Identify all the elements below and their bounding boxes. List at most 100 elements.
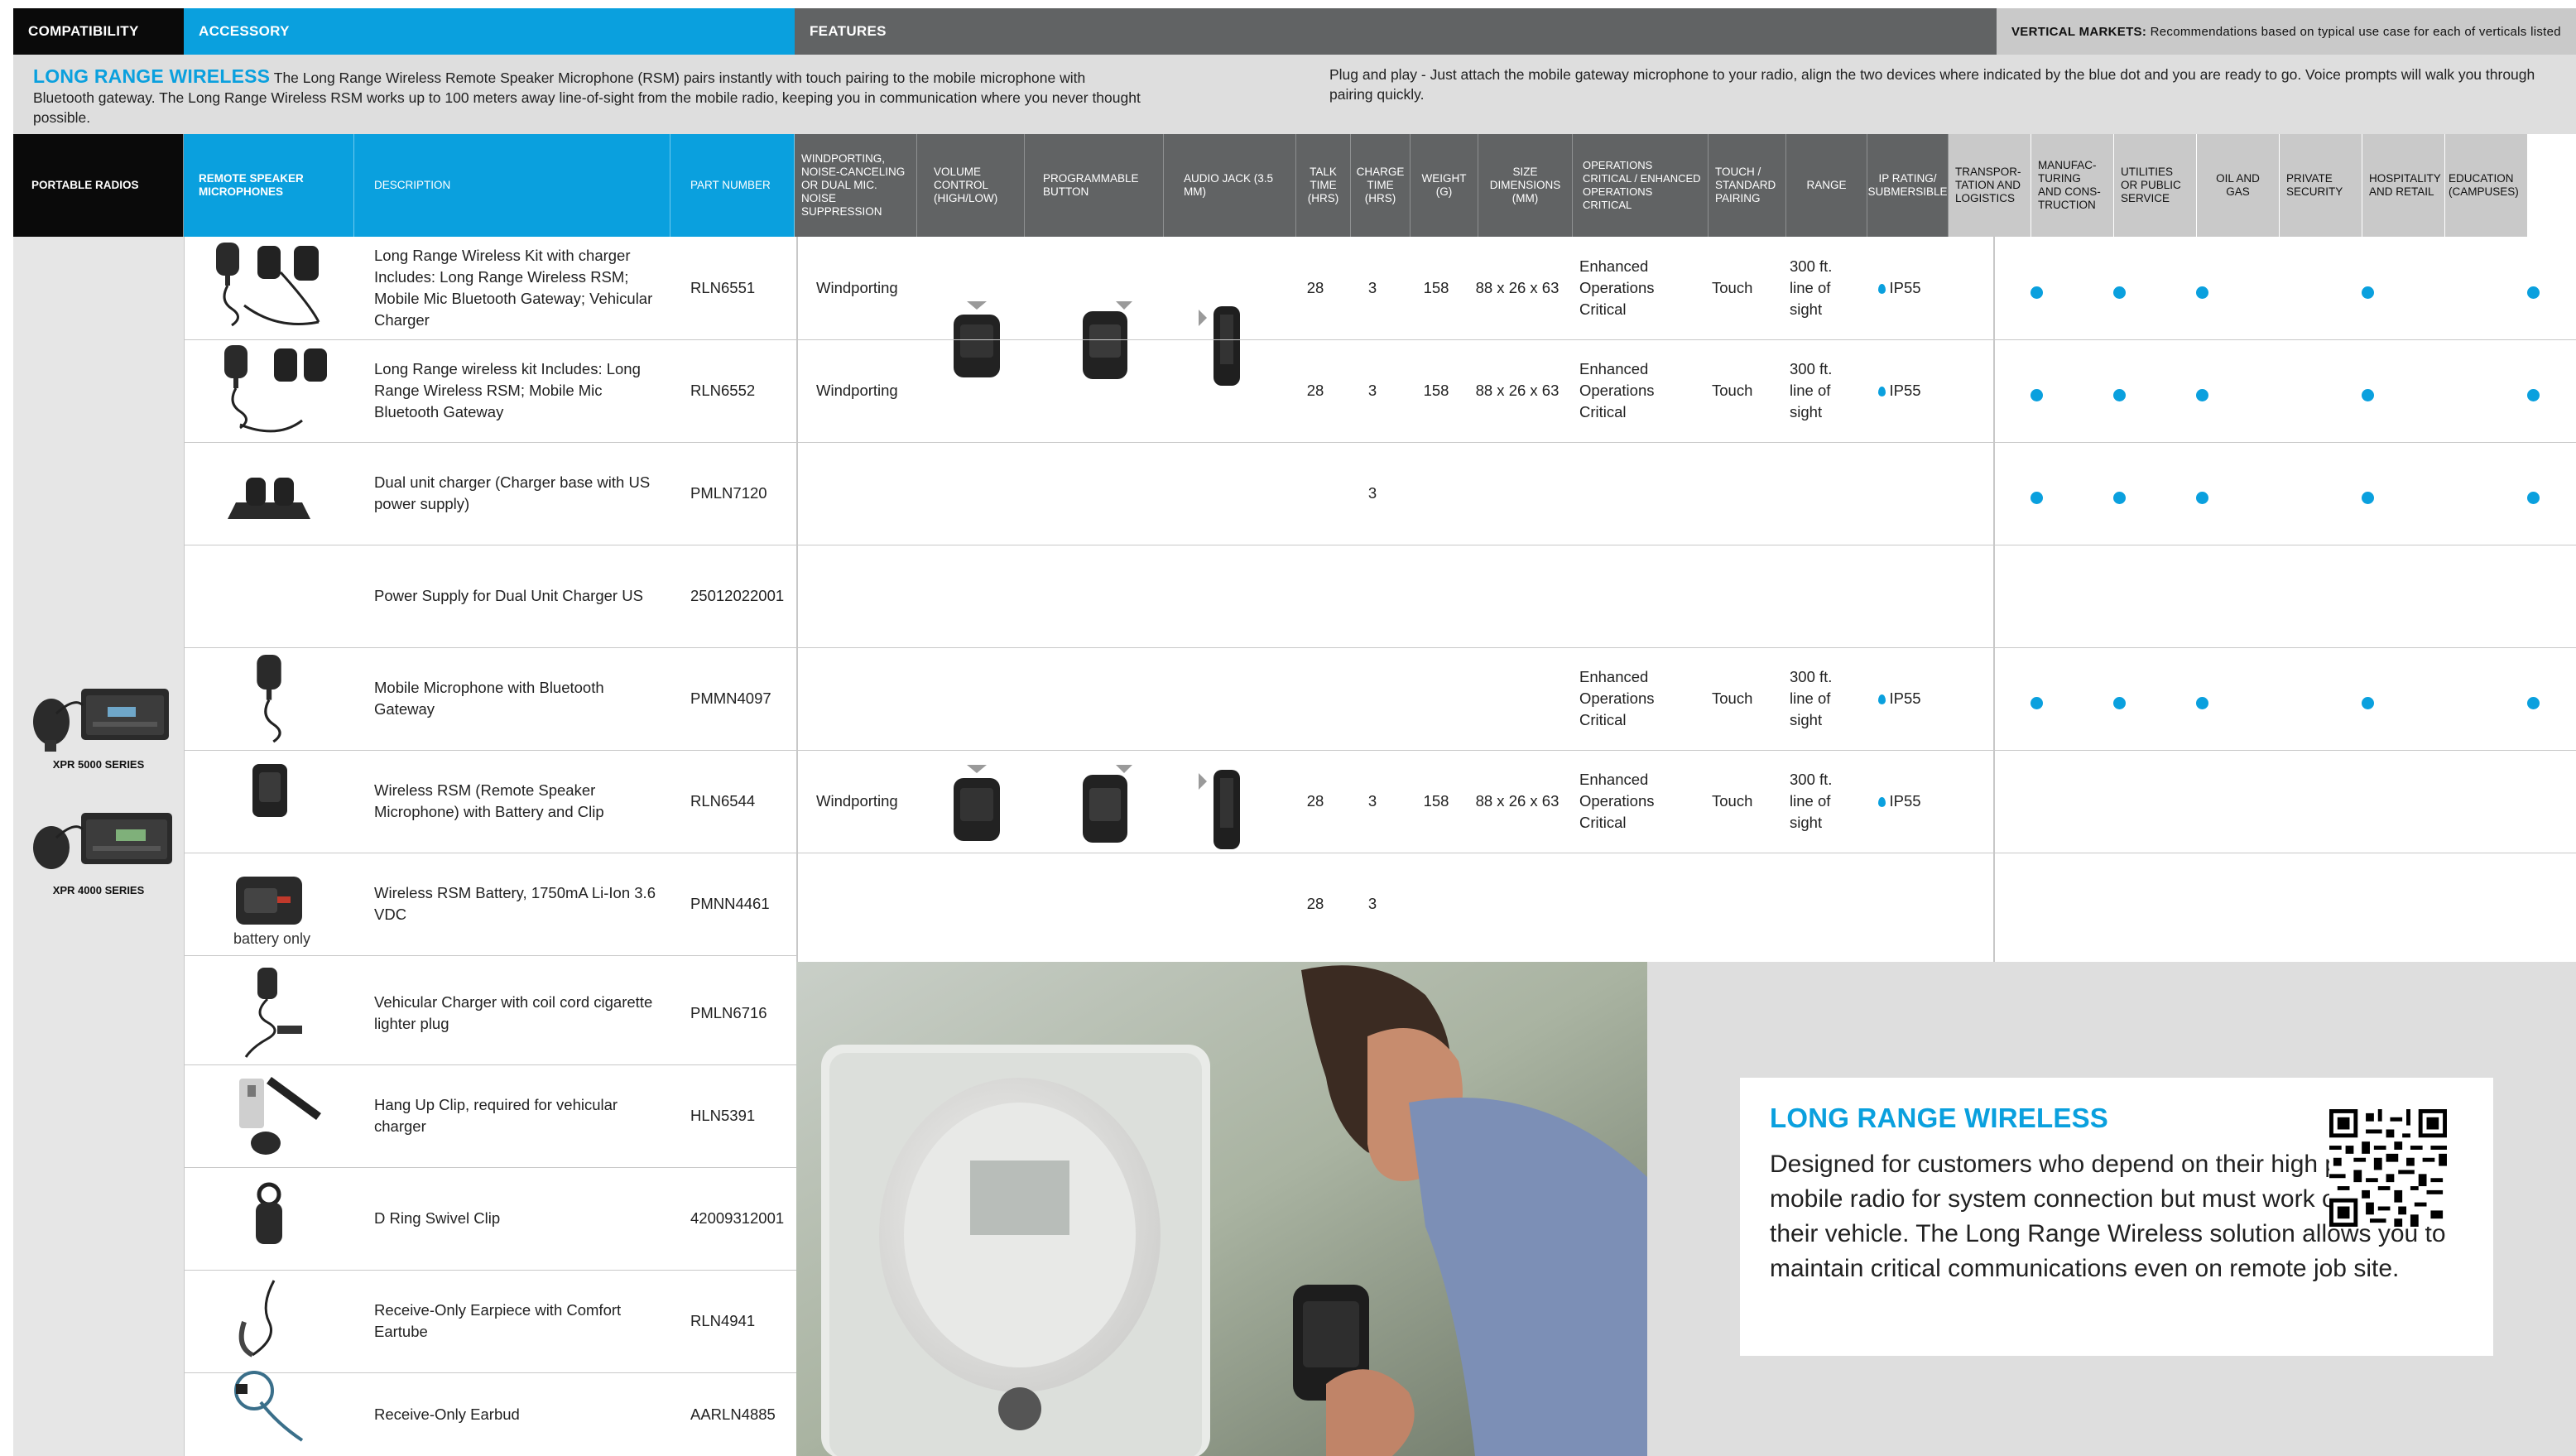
row-charge-time: 3: [1367, 792, 1377, 810]
table-row: [0, 103, 2563, 205]
row-description: Receive-Only Earpiece with Comfort Eartu…: [374, 1301, 622, 1340]
product-image: [184, 442, 354, 545]
row-pairing: Touch: [1712, 792, 1753, 810]
row-operations: Enhanced Operations Critical: [1579, 668, 1655, 728]
row-description: Wireless RSM (Remote Speaker Microphone)…: [374, 781, 604, 820]
row-part-number: PMMN4097: [690, 690, 771, 707]
row-talk-time: 28: [1306, 279, 1324, 296]
row-part-number: 25012022001: [690, 587, 785, 604]
vertical-market-dot: [2362, 389, 2374, 401]
row-pairing: Touch: [1712, 382, 1753, 399]
row-size: 88 x 26 x 63: [1475, 279, 1560, 296]
product-image: [184, 1370, 354, 1456]
vertical-market-dot: [2196, 697, 2208, 709]
row-windporting: Windporting: [816, 382, 898, 399]
audio-jack-image: [1199, 770, 1240, 849]
catalog-page: { "header": { "compatibility": "COMPATIB…: [0, 0, 2576, 1456]
product-image: [184, 962, 354, 1064]
row-description: Dual unit charger (Charger base with US …: [374, 473, 651, 512]
row-operations: Enhanced Operations Critical: [1579, 360, 1655, 420]
vertical-market-dot: [2527, 492, 2540, 504]
row-part-number: 42009312001: [690, 1209, 785, 1227]
image-caption: battery only: [233, 930, 311, 947]
row-pairing: Touch: [1712, 279, 1753, 296]
product-image: [184, 545, 354, 647]
row-description: Hang Up Clip, required for vehicular cha…: [374, 1096, 618, 1135]
row-range: 300 ft. line of sight: [1790, 257, 1833, 318]
row-ip-rating: IP55: [1859, 750, 1940, 853]
row-charge-time: 3: [1367, 484, 1377, 502]
vertical-market-dot: [2113, 286, 2126, 299]
vertical-market-dot: [2527, 286, 2540, 299]
vertical-market-dot: [2031, 286, 2043, 299]
product-image: [184, 647, 354, 750]
long-range-callout: LONG RANGE WIRELESS Designed for custome…: [1740, 1078, 2493, 1356]
row-talk-time: 28: [1306, 382, 1324, 399]
vertical-market-dot: [2362, 286, 2374, 299]
row-operations: Enhanced Operations Critical: [1579, 771, 1655, 831]
row-weight: 158: [1423, 279, 1449, 296]
water-drop-icon: [1878, 387, 1886, 396]
row-part-number: RLN6544: [690, 792, 756, 810]
row-description: Mobile Microphone with Bluetooth Gateway: [374, 679, 604, 718]
row-operations: Enhanced Operations Critical: [1579, 257, 1655, 318]
vertical-market-dot: [2113, 389, 2126, 401]
product-image: [184, 1064, 354, 1167]
field-worker-photo: [796, 962, 1647, 1456]
row-talk-time: 28: [1306, 792, 1324, 810]
row-description: Receive-Only Earbud: [374, 1405, 520, 1423]
row-part-number: AARLN4885: [690, 1405, 776, 1423]
callout-title: LONG RANGE WIRELESS: [1770, 1103, 2108, 1133]
vertical-market-dot: [2196, 389, 2208, 401]
row-charge-time: 3: [1367, 895, 1377, 912]
product-image: [184, 750, 354, 853]
product-image: [184, 339, 354, 442]
row-size: 88 x 26 x 63: [1475, 792, 1560, 810]
row-part-number: RLN4941: [690, 1312, 756, 1329]
row-description: Vehicular Charger with coil cord cigaret…: [374, 993, 653, 1032]
product-image: [184, 1167, 354, 1270]
vertical-market-dot: [2113, 697, 2126, 709]
row-range: 300 ft. line of sight: [1790, 771, 1833, 831]
row-description: Wireless RSM Battery, 1750mA Li-Ion 3.6 …: [374, 884, 656, 923]
vertical-market-dot: [2527, 697, 2540, 709]
row-description: Power Supply for Dual Unit Charger US: [374, 587, 643, 604]
row-description: D Ring Swivel Clip: [374, 1209, 501, 1227]
table-row: [0, 0, 2563, 103]
row-pairing: Touch: [1712, 690, 1753, 707]
vertical-market-dot: [2527, 389, 2540, 401]
water-drop-icon: [1878, 797, 1886, 807]
row-ip-rating: IP55: [1859, 647, 1940, 750]
product-image: [184, 237, 354, 339]
vertical-market-dot: [2362, 697, 2374, 709]
vertical-market-dot: [2196, 286, 2208, 299]
row-part-number: PMNN4461: [690, 895, 770, 912]
vertical-market-dot: [2031, 389, 2043, 401]
product-image: [184, 1270, 354, 1372]
water-drop-icon: [1878, 694, 1886, 704]
row-divider: [184, 955, 796, 956]
row-part-number: PMLN7120: [690, 484, 767, 502]
vertical-market-dot: [2113, 492, 2126, 504]
row-description: Long Range Wireless Kit with charger Inc…: [374, 247, 653, 329]
row-part-number: PMLN6716: [690, 1004, 767, 1021]
row-ip-rating: IP55: [1859, 237, 1940, 339]
water-drop-icon: [1878, 284, 1886, 294]
row-ip-rating: IP55: [1859, 339, 1940, 442]
programmable-button-image: [1083, 301, 1132, 379]
row-weight: 158: [1423, 382, 1449, 399]
qr-code-icon[interactable]: [2329, 1109, 2447, 1227]
vertical-market-dot: [2031, 697, 2043, 709]
vertical-market-dot: [2362, 492, 2374, 504]
row-range: 300 ft. line of sight: [1790, 360, 1833, 420]
row-description: Long Range wireless kit Includes: Long R…: [374, 360, 641, 420]
vertical-market-dot: [2031, 492, 2043, 504]
row-windporting: Windporting: [816, 279, 898, 296]
row-windporting: Windporting: [816, 792, 898, 810]
volume-control-image: [954, 301, 1000, 377]
row-talk-time: 28: [1306, 895, 1324, 912]
audio-jack-image: [1199, 306, 1240, 386]
vertical-market-dot: [2196, 492, 2208, 504]
row-part-number: HLN5391: [690, 1107, 756, 1124]
volume-control-image: [954, 765, 1000, 841]
